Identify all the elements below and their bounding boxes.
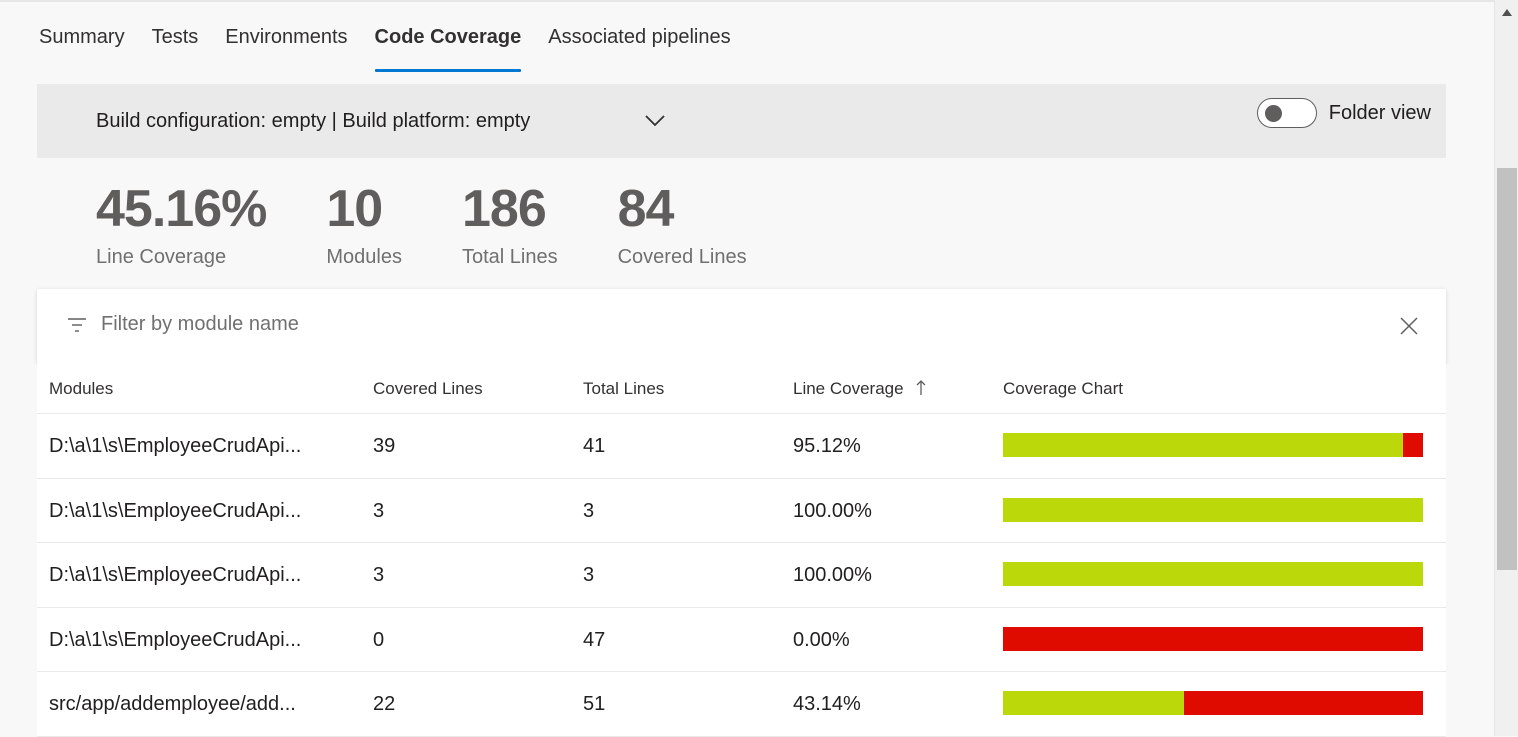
- line-coverage-cell: 43.14%: [793, 693, 861, 715]
- column-header-modules[interactable]: Modules: [49, 379, 113, 399]
- table-body: D:\a\1\s\EmployeeCrudApi... 39 41 95.12% D:\…: [37, 414, 1446, 737]
- table-header: Modules Covered Lines Total Lines Line C…: [37, 363, 1446, 414]
- toggle-knob: [1264, 105, 1282, 122]
- vertical-scrollbar[interactable]: [1494, 0, 1518, 736]
- folder-view-toggle[interactable]: Folder view: [1256, 98, 1431, 128]
- stat-modules: 10 Modules: [326, 178, 402, 269]
- total-lines-cell: 51: [583, 693, 606, 715]
- total-lines-cell: 41: [583, 435, 606, 457]
- coverage-table: Modules Covered Lines Total Lines Line C…: [37, 363, 1446, 737]
- table-row[interactable]: D:\a\1\s\EmployeeCrudApi... 3 3 100.00%: [37, 479, 1446, 543]
- column-header-coverage-chart: Coverage Chart: [1003, 379, 1124, 398]
- coverage-bar-fill: [1003, 562, 1423, 586]
- stat-total-lines: 186 Total Lines: [462, 178, 558, 269]
- module-filter-bar: [37, 289, 1446, 363]
- module-name-cell: src/app/addemployee/add...: [49, 693, 296, 715]
- total-lines-cell: 3: [583, 564, 595, 586]
- build-config-bar: Build configuration: empty | Build platf…: [37, 84, 1446, 158]
- chevron-down-icon[interactable]: [644, 110, 666, 130]
- covered-lines-cell: 39: [373, 435, 396, 457]
- close-icon[interactable]: [1399, 316, 1419, 336]
- tab-environments[interactable]: Environments: [225, 22, 347, 72]
- scrollbar-thumb[interactable]: [1497, 168, 1517, 570]
- module-name-cell: D:\a\1\s\EmployeeCrudApi...: [49, 499, 302, 522]
- coverage-bar-fill: [1003, 497, 1423, 522]
- coverage-summary: 45.16% Line Coverage 10 Modules 186 Tota…: [96, 178, 807, 269]
- line-coverage-cell: 100.00%: [793, 564, 872, 586]
- tab-tests[interactable]: Tests: [152, 22, 199, 72]
- stat-label: Line Coverage: [96, 246, 227, 268]
- column-header-covered-lines[interactable]: Covered Lines: [373, 379, 483, 399]
- stat-value: 186: [461, 180, 547, 238]
- scroll-up-arrow-icon[interactable]: [1501, 8, 1513, 18]
- coverage-bar: [1003, 497, 1423, 522]
- line-coverage-cell: 95.12%: [793, 435, 861, 457]
- tab-code-coverage[interactable]: Code Coverage: [374, 22, 521, 72]
- module-name-cell: D:\a\1\s\EmployeeCrudApi...: [49, 435, 302, 457]
- stat-label: Modules: [326, 246, 402, 268]
- stat-value: 84: [617, 180, 675, 238]
- stat-line-coverage: 45.16% Line Coverage: [96, 178, 267, 269]
- line-coverage-cell: 0.00%: [793, 628, 850, 651]
- toggle-switch[interactable]: [1256, 98, 1317, 128]
- stat-label: Total Lines: [461, 246, 558, 268]
- coverage-bar: [1003, 562, 1423, 586]
- column-header-line-coverage[interactable]: Line Coverage: [793, 379, 926, 399]
- table-row[interactable]: D:\a\1\s\EmployeeCrudApi... 39 41 95.12%: [37, 414, 1446, 479]
- covered-lines-cell: 22: [373, 693, 396, 715]
- column-header-total-lines[interactable]: Total Lines: [583, 379, 664, 399]
- column-header-label: Line Coverage: [793, 379, 904, 398]
- sort-ascending-icon: [916, 380, 926, 395]
- tab-summary[interactable]: Summary: [39, 22, 125, 72]
- build-config-dropdown[interactable]: Build configuration: empty | Build platf…: [96, 110, 530, 133]
- coverage-bar: [1003, 433, 1423, 457]
- module-name-cell: D:\a\1\s\EmployeeCrudApi...: [49, 564, 302, 586]
- total-lines-cell: 47: [583, 628, 606, 651]
- table-row[interactable]: D:\a\1\s\EmployeeCrudApi... 3 3 100.00%: [37, 543, 1446, 608]
- coverage-bar: [1003, 626, 1423, 651]
- module-name-cell: D:\a\1\s\EmployeeCrudApi...: [49, 628, 302, 651]
- tab-bar: Summary Tests Environments Code Coverage…: [39, 22, 758, 72]
- tab-associated-pipelines[interactable]: Associated pipelines: [548, 22, 730, 72]
- stat-value: 45.16%: [96, 180, 267, 238]
- stat-covered-lines: 84 Covered Lines: [618, 178, 747, 269]
- line-coverage-cell: 100.00%: [793, 499, 872, 522]
- stat-value: 10: [326, 180, 383, 238]
- covered-lines-cell: 3: [373, 499, 385, 522]
- coverage-bar: [1003, 691, 1423, 715]
- top-border: [0, 0, 1494, 2]
- table-row[interactable]: D:\a\1\s\EmployeeCrudApi... 0 47 0.00%: [37, 608, 1446, 672]
- filter-icon: [68, 318, 86, 332]
- total-lines-cell: 3: [583, 499, 595, 522]
- coverage-bar-fill: [1003, 433, 1403, 457]
- coverage-bar-fill: [1003, 691, 1185, 715]
- filter-input[interactable]: [101, 313, 1301, 336]
- folder-view-label: Folder view: [1328, 101, 1431, 124]
- stat-label: Covered Lines: [617, 246, 747, 268]
- covered-lines-cell: 3: [373, 564, 385, 586]
- table-row[interactable]: src/app/addemployee/add... 22 51 43.14%: [37, 672, 1446, 737]
- covered-lines-cell: 0: [373, 628, 385, 651]
